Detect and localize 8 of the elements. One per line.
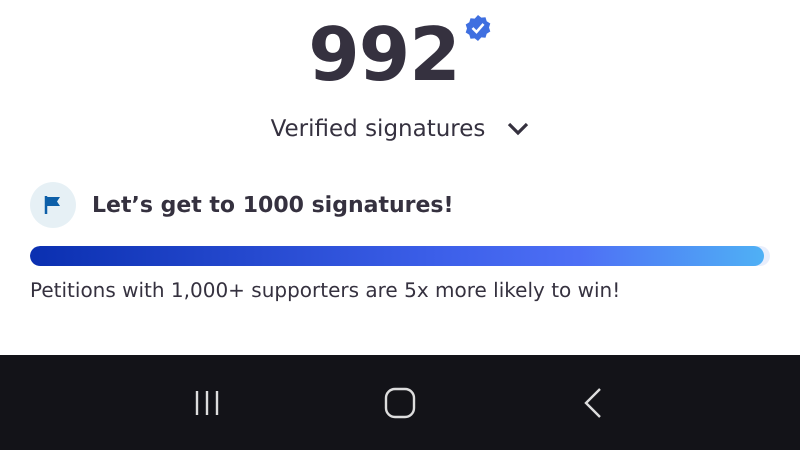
- back-icon: [583, 386, 604, 418]
- chevron-down-icon[interactable]: [507, 122, 530, 136]
- goal-title: Let’s get to 1000 signatures!: [92, 192, 454, 218]
- verified-signatures-label: Verified signatures: [270, 116, 486, 142]
- home-icon: [384, 386, 416, 418]
- signature-count: 992: [308, 18, 460, 92]
- flag-icon: [30, 182, 76, 228]
- info-text: Petitions with 1,000+ supporters are 5x more likely to win!: [30, 278, 622, 302]
